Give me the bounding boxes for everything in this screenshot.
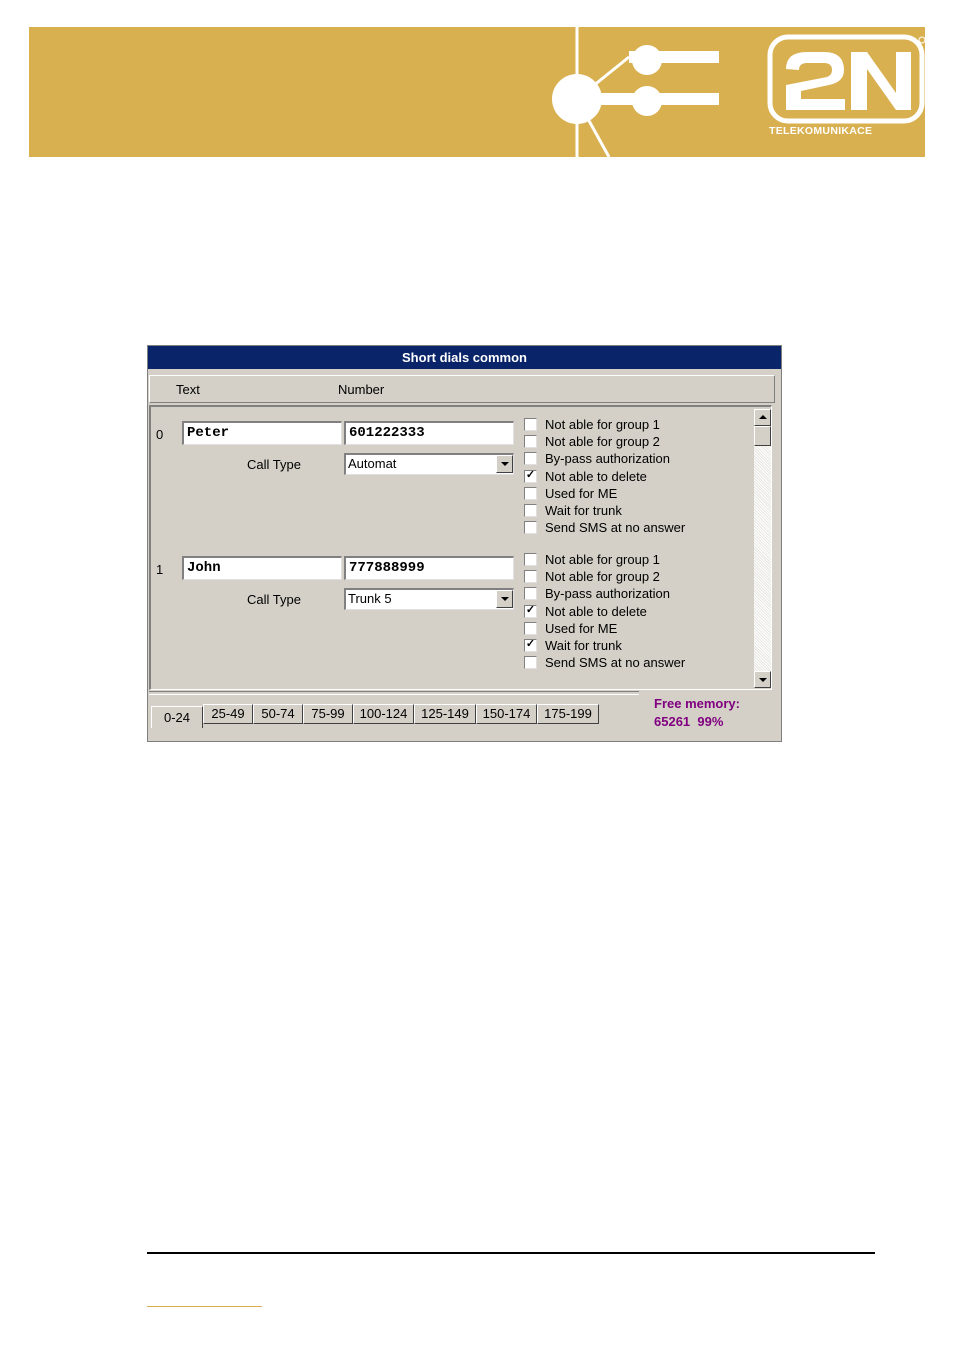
checkbox-box[interactable]: ✓ bbox=[524, 605, 537, 618]
vertical-scrollbar[interactable] bbox=[754, 409, 771, 688]
entry-text-field[interactable]: John bbox=[182, 556, 342, 580]
option-checkbox[interactable]: Not able for group 2 bbox=[524, 434, 660, 451]
tab-125-149[interactable]: 125-149 bbox=[414, 704, 476, 724]
call-type-label: Call Type bbox=[247, 457, 301, 472]
checkbox-box[interactable] bbox=[524, 521, 537, 534]
option-checkbox[interactable]: ✓ Wait for trunk bbox=[524, 638, 622, 655]
option-checkbox[interactable]: Not able for group 2 bbox=[524, 569, 660, 586]
option-checkbox[interactable]: Not able for group 1 bbox=[524, 417, 660, 434]
checkbox-box[interactable] bbox=[524, 504, 537, 517]
entry-index: 0 bbox=[156, 427, 164, 442]
check-mark-icon: ✓ bbox=[525, 469, 536, 481]
option-checkbox[interactable]: By-pass authorization bbox=[524, 586, 670, 603]
window-title: Short dials common bbox=[148, 346, 781, 369]
checkbox-box[interactable] bbox=[524, 452, 537, 465]
checkbox-box[interactable] bbox=[524, 487, 537, 500]
call-type-value: Automat bbox=[348, 456, 397, 471]
checkbox-box[interactable] bbox=[524, 418, 537, 431]
free-memory-value: 65261 bbox=[654, 714, 691, 729]
tab-175-199[interactable]: 175-199 bbox=[537, 704, 599, 724]
footer-divider bbox=[147, 1252, 875, 1254]
call-type-select[interactable]: Automat bbox=[344, 453, 514, 475]
header-banner: 2N bbox=[29, 27, 925, 157]
column-text-header: Text bbox=[176, 382, 200, 397]
tab-50-74[interactable]: 50-74 bbox=[253, 704, 303, 724]
free-memory-percent: 99% bbox=[697, 714, 724, 729]
dropdown-arrow-icon[interactable] bbox=[496, 455, 513, 473]
tab-25-49[interactable]: 25-49 bbox=[203, 704, 253, 724]
checkbox-box[interactable] bbox=[524, 570, 537, 583]
call-type-value: Trunk 5 bbox=[348, 591, 392, 606]
option-checkbox[interactable]: ✓ Not able to delete bbox=[524, 604, 647, 621]
footer-link-underline bbox=[147, 1306, 262, 1307]
scroll-thumb[interactable] bbox=[754, 426, 771, 446]
circuit-graphic bbox=[552, 27, 925, 157]
logo-tagline: TELEKOMUNIKACE bbox=[769, 125, 873, 137]
option-checkbox[interactable]: Used for ME bbox=[524, 486, 617, 503]
scroll-up-icon[interactable] bbox=[754, 409, 771, 426]
check-mark-icon: ✓ bbox=[525, 604, 536, 616]
column-number-header: Number bbox=[338, 382, 385, 397]
column-header: Text Number bbox=[149, 375, 775, 403]
free-memory-status: Free memory: 65261 99% bbox=[654, 695, 740, 731]
option-checkbox[interactable]: By-pass authorization bbox=[524, 451, 670, 468]
scroll-down-icon[interactable] bbox=[754, 671, 771, 688]
check-mark-icon: ✓ bbox=[525, 638, 536, 650]
tab-150-174[interactable]: 150-174 bbox=[476, 704, 537, 724]
checkbox-box[interactable] bbox=[524, 435, 537, 448]
tab-strip-divider bbox=[149, 691, 639, 695]
option-checkbox[interactable]: Send SMS at no answer bbox=[524, 655, 685, 672]
tab-75-99[interactable]: 75-99 bbox=[303, 704, 353, 724]
checkbox-box[interactable]: ✓ bbox=[524, 470, 537, 483]
checkbox-box[interactable] bbox=[524, 553, 537, 566]
option-checkbox[interactable]: ✓ Not able to delete bbox=[524, 469, 647, 486]
option-checkbox[interactable]: Send SMS at no answer bbox=[524, 520, 685, 537]
checkbox-box[interactable] bbox=[524, 622, 537, 635]
entry-text-field[interactable]: Peter bbox=[182, 421, 342, 445]
checkbox-box[interactable] bbox=[524, 587, 537, 600]
entries-panel: 0 Peter 601222333 Call Type Automat Not … bbox=[149, 405, 772, 690]
option-checkbox[interactable]: Not able for group 1 bbox=[524, 552, 660, 569]
short-dials-window: Short dials common Text Number 0 Peter 6… bbox=[147, 345, 782, 742]
free-memory-label: Free memory: bbox=[654, 696, 740, 711]
entry-number-field[interactable]: 777888999 bbox=[344, 556, 514, 580]
option-checkbox[interactable]: Used for ME bbox=[524, 621, 617, 638]
call-type-label: Call Type bbox=[247, 592, 301, 607]
entry-index: 1 bbox=[156, 562, 164, 577]
dropdown-arrow-icon[interactable] bbox=[496, 590, 513, 608]
checkbox-box[interactable] bbox=[524, 656, 537, 669]
call-type-select[interactable]: Trunk 5 bbox=[344, 588, 514, 610]
entry-number-field[interactable]: 601222333 bbox=[344, 421, 514, 445]
tab-0-24[interactable]: 0-24 bbox=[151, 706, 203, 728]
checkbox-box[interactable]: ✓ bbox=[524, 639, 537, 652]
tab-100-124[interactable]: 100-124 bbox=[353, 704, 414, 724]
option-checkbox[interactable]: Wait for trunk bbox=[524, 503, 622, 520]
